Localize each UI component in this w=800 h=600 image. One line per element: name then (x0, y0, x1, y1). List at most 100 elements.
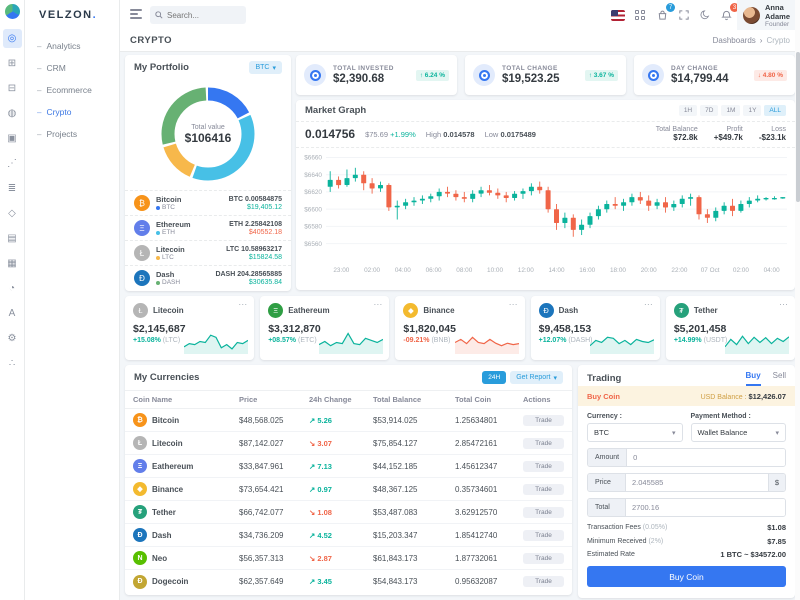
trade-button[interactable]: Trade (523, 437, 564, 449)
cell-total-coin: 2.85472161 (455, 438, 498, 448)
cart-icon[interactable]: 7 (654, 3, 675, 23)
payment-method-select[interactable]: Wallet Balance ▾ (690, 423, 786, 442)
stat-value: $2,390.68 (333, 73, 385, 85)
tab-buy[interactable]: Buy (745, 371, 761, 386)
app-logo[interactable]: VELZON. (25, 0, 119, 21)
buy-coin-button[interactable]: Buy Coin (587, 566, 786, 587)
card-menu-icon[interactable]: ⋯ (779, 299, 788, 310)
trade-button[interactable]: Trade (523, 529, 564, 541)
rail-layouts-icon[interactable]: ⊟ (3, 79, 22, 98)
portfolio-row-litecoin: Ł Litecoin LTC LTC 10.58963217 $15824.58 (125, 240, 291, 265)
sparkline-chart (725, 335, 790, 354)
column-header-total-coin: Total Coin (455, 395, 492, 404)
sidebar-item-crm[interactable]: – CRM (25, 57, 119, 79)
svg-text:02:00: 02:00 (364, 267, 380, 274)
user-menu[interactable]: Anna Adame Founder (737, 0, 800, 30)
trade-button[interactable]: Trade (523, 483, 564, 495)
stat-card-total-invested: TOTAL INVESTED $2,390.68 ↑ 6.24 % (296, 55, 457, 95)
svg-text:14:00: 14:00 (549, 267, 565, 274)
rail-forms-icon[interactable]: ⋰ (3, 154, 22, 173)
trade-button[interactable]: Trade (523, 576, 564, 587)
stat-card-day-change: DAY CHANGE $14,799.44 ↓ 4.80 % (634, 55, 795, 95)
market-loss: Loss -$23.1k (758, 126, 786, 142)
sidebar-item-analytics[interactable]: – Analytics (25, 35, 119, 57)
sidebar-item-crypto[interactable]: – Crypto (25, 101, 119, 123)
market-graph-card: Market Graph 1H 7D 1M 1Y ALL 0.014756 $75.69… (296, 100, 795, 290)
usd-balance-banner: Buy Coin USD Balance : $12,426.07 (578, 386, 795, 406)
fullscreen-icon[interactable] (676, 7, 692, 23)
rail-authentication-icon[interactable]: ◍ (3, 104, 22, 123)
buy-coin-label: Buy Coin (587, 391, 620, 401)
trading-card: Trading Buy Sell Buy Coin USD Balance : … (578, 365, 795, 598)
market-profit: Profit +$49.7k (713, 126, 743, 142)
get-report-dropdown[interactable]: Get Report ▾ (510, 371, 563, 384)
watchlist-coin-name: Tether (693, 306, 718, 315)
rail-invoices-icon[interactable]: ▤ (3, 229, 22, 248)
rail-alphabet-icon[interactable]: A (3, 304, 22, 323)
cell-price: $73,654.421 (239, 484, 284, 494)
trade-button[interactable]: Trade (523, 552, 564, 564)
rail-settings-icon[interactable]: ⚙ (3, 329, 22, 348)
sidebar-item-projects[interactable]: – Projects (25, 123, 119, 145)
search-input[interactable] (167, 10, 237, 20)
rail-dashboards-icon[interactable]: ◎ (2, 29, 22, 48)
card-menu-icon[interactable]: ⋯ (644, 299, 653, 310)
breadcrumb-root[interactable]: Dashboards (713, 36, 756, 45)
breadcrumb: Dashboards › Crypto (713, 36, 790, 45)
notifications-bell-icon[interactable]: 3 (718, 3, 739, 23)
trade-button[interactable]: Trade (523, 460, 564, 472)
sparkline-chart (589, 336, 654, 354)
scrollbar-thumb[interactable] (795, 52, 800, 202)
svg-text:16:00: 16:00 (579, 267, 595, 274)
payment-method-field: Payment Method : Wallet Balance ▾ (690, 413, 786, 442)
total-label: Total (588, 499, 626, 516)
get-report-label: Get Report (516, 374, 551, 381)
sidebar-item-ecommerce[interactable]: – Ecommerce (25, 79, 119, 101)
amount-input[interactable] (627, 449, 785, 466)
rail-security-icon[interactable]: ◇ (3, 204, 22, 223)
column-header-coin-name: Coin Name (133, 395, 173, 404)
dark-mode-icon[interactable] (697, 7, 713, 23)
page-scrollbar[interactable] (795, 0, 800, 600)
watchlist-card-binance: ◆ Binance ⋯ $1,820,045 -09.21% (BNB) (395, 296, 525, 360)
language-flag-icon[interactable] (610, 7, 626, 23)
rail-components-icon[interactable]: ≣ (3, 179, 22, 198)
cell-price: $33,847.961 (239, 461, 284, 471)
range-24h-button[interactable]: 24H (482, 371, 507, 384)
trade-button[interactable]: Trade (523, 414, 564, 426)
coin-circle-icon (642, 64, 664, 86)
range-button-1h[interactable]: 1H (678, 105, 698, 116)
trade-button[interactable]: Trade (523, 506, 564, 518)
range-button-7d[interactable]: 7D (700, 105, 719, 116)
apps-grid-icon[interactable] (632, 7, 648, 23)
price-input[interactable] (626, 474, 768, 491)
amount-group: Amount (587, 448, 786, 467)
coin-symbol: LTC (156, 254, 185, 261)
rail-apps-icon[interactable]: ⊞ (3, 54, 22, 73)
range-button-all[interactable]: ALL (764, 105, 786, 116)
cell-total-coin: 1.87732061 (455, 553, 498, 563)
total-input[interactable] (626, 499, 785, 516)
eathereum-coin-icon: Ξ (268, 303, 284, 318)
card-menu-icon[interactable]: ⋯ (238, 299, 247, 310)
card-menu-icon[interactable]: ⋯ (373, 299, 382, 310)
watchlist-coin-name: Binance (423, 306, 455, 315)
range-button-1y[interactable]: 1Y (743, 105, 762, 116)
rail-tables-icon[interactable]: ▦ (3, 254, 22, 273)
rail-share-icon[interactable]: ∴ (3, 354, 22, 373)
app-logo-mark[interactable] (4, 4, 20, 19)
watchlist-coin-name: Dash (558, 306, 579, 315)
portfolio-currency-dropdown[interactable]: BTC ▾ (249, 61, 282, 74)
svg-text:18:00: 18:00 (610, 267, 626, 274)
menu-dash-icon: – (37, 129, 42, 139)
tab-sell[interactable]: Sell (773, 371, 786, 386)
svg-text:23:00: 23:00 (333, 267, 349, 274)
rail-charts-icon[interactable]: ◔ (3, 279, 22, 298)
hamburger-menu-icon[interactable] (130, 9, 142, 21)
stat-label: TOTAL CHANGE (502, 65, 558, 72)
range-button-1m[interactable]: 1M (721, 105, 741, 116)
card-menu-icon[interactable]: ⋯ (509, 299, 518, 310)
rail-pages-icon[interactable]: ▣ (3, 129, 22, 148)
currency-select[interactable]: BTC ▾ (587, 423, 683, 442)
watchlist-card-eathereum: Ξ Eathereum ⋯ $3,312,870 +08.57% (ETC) (260, 296, 390, 360)
